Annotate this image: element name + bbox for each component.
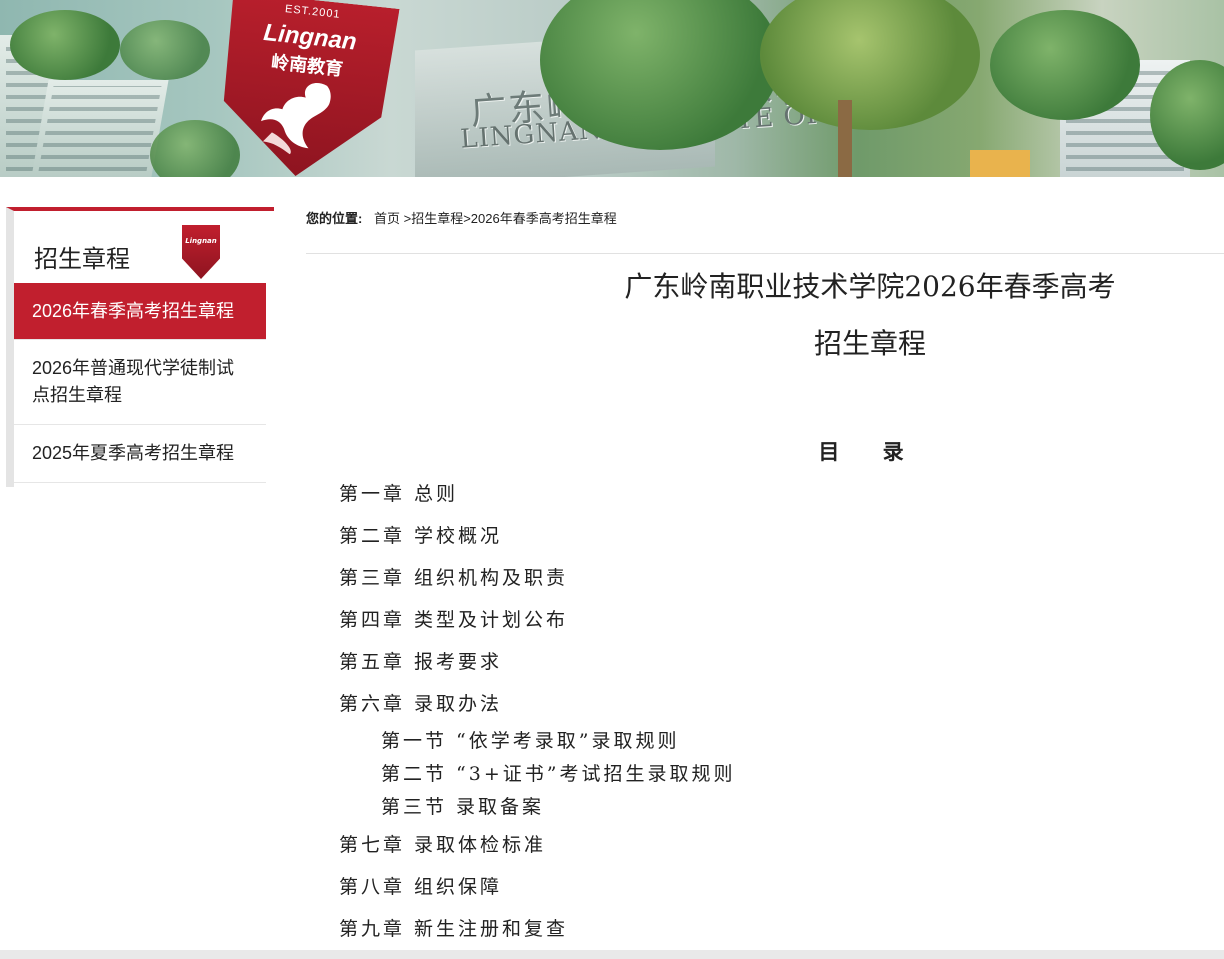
sidebar-item-label: 2026年春季高考招生章程 <box>32 300 235 321</box>
toc-item: 第二章 学校概况 <box>339 525 503 547</box>
toc-item: 第八章 组织保障 <box>339 876 503 898</box>
sidebar-item-2025-summer[interactable]: 2025年夏季高考招生章程 <box>14 425 266 483</box>
toc-item: 第六章 录取办法 <box>339 693 503 715</box>
palm-trunk <box>838 100 852 177</box>
article-title-line1: 广东岭南职业技术学院2026年春季高考 <box>624 270 1116 303</box>
toc-subitem: 第二节 “3+证书”考试招生录取规则 <box>381 763 736 785</box>
breadcrumb: 您的位置: 首页 >招生章程>2026年春季高考招生章程 <box>306 208 617 227</box>
breadcrumb-label: 您的位置: <box>306 211 363 226</box>
tree-left-3 <box>150 120 240 177</box>
sidebar: 招生章程 Lingnan 2026年春季高考招生章程 2026年普通现代学徒制试… <box>6 207 274 487</box>
horizontal-scrollbar[interactable] <box>0 950 1224 959</box>
sidebar-item-label: 2025年夏季高考招生章程 <box>32 443 235 463</box>
sidebar-logo-icon: Lingnan <box>182 225 220 279</box>
toc-subitem: 第三节 录取备案 <box>381 796 545 818</box>
toc-item: 第五章 报考要求 <box>339 651 503 673</box>
breadcrumb-home-link[interactable]: 首页 <box>374 211 400 226</box>
sidebar-item-2026-apprenticeship[interactable]: 2026年普通现代学徒制试点招生章程 <box>14 340 266 425</box>
toc-item: 第三章 组织机构及职责 <box>339 567 569 589</box>
sidebar-item-2026-spring[interactable]: 2026年春季高考招生章程 <box>14 283 266 340</box>
breadcrumb-current-link[interactable]: >2026年春季高考招生章程 <box>463 211 617 226</box>
toc-item: 第四章 类型及计划公布 <box>339 609 569 631</box>
phoenix-icon <box>250 71 348 160</box>
header-banner: 广东岭南职业技术学院 LINGNAN INSTITUTE OF EST.2001… <box>0 0 1224 177</box>
toc-item: 第七章 录取体检标准 <box>339 834 547 856</box>
toc-item: 第九章 新生注册和复查 <box>339 918 569 940</box>
tree-left <box>10 10 120 80</box>
breadcrumb-section-link[interactable]: >招生章程 <box>404 211 464 226</box>
tree-right <box>990 10 1140 120</box>
toc-heading: 目 录 <box>818 440 922 464</box>
sidebar-title: 招生章程 <box>34 246 130 273</box>
flower-bed <box>970 150 1030 177</box>
tree-left-2 <box>120 20 210 80</box>
sidebar-logo-text: Lingnan <box>185 237 217 245</box>
sidebar-header: 招生章程 Lingnan <box>14 211 266 283</box>
breadcrumb-divider <box>306 253 1224 254</box>
campus-building-left-2 <box>31 80 169 177</box>
toc-item: 第一章 总则 <box>339 483 459 505</box>
toc-subitem: 第一节 “依学考录取”录取规则 <box>381 730 680 752</box>
article-title-line2: 招生章程 <box>813 327 926 360</box>
sidebar-item-label: 2026年普通现代学徒制试点招生章程 <box>32 358 235 405</box>
